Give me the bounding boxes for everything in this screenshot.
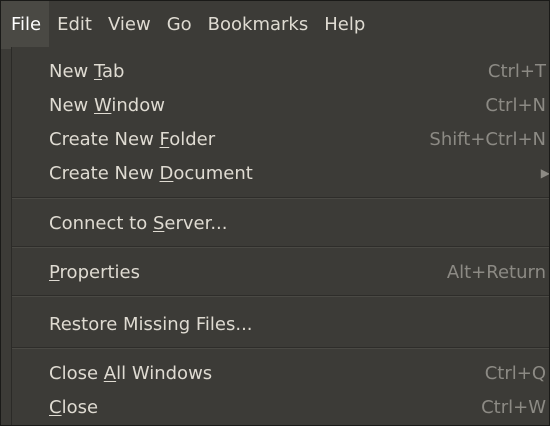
menu-item-label: Properties	[49, 261, 140, 283]
application-window: File Edit View Go Bookmarks Help New Tab…	[0, 0, 550, 426]
menu-item-close-all-windows[interactable]: Close All Windows Ctrl+Q	[12, 357, 549, 389]
menu-separator	[12, 295, 549, 297]
arrow-right-icon: ▶	[540, 166, 550, 180]
menu-item-close[interactable]: Close Ctrl+W	[12, 391, 549, 423]
menu-item-label: Connect to Server...	[49, 212, 228, 234]
file-menu-dropdown: New Tab Ctrl+T New Window Ctrl+N Create …	[11, 47, 550, 425]
menu-bookmarks[interactable]: Bookmarks	[200, 1, 317, 49]
shortcut-label: Shift+Ctrl+N	[429, 128, 546, 150]
menu-item-properties[interactable]: Properties Alt+Return	[12, 256, 549, 288]
menu-item-label: Close All Windows	[49, 362, 213, 384]
menu-item-label: New Tab	[49, 60, 125, 82]
shortcut-label: Ctrl+W	[481, 396, 546, 418]
shortcut-label: Ctrl+T	[487, 60, 546, 82]
menu-separator	[12, 246, 549, 248]
menu-help[interactable]: Help	[316, 1, 373, 49]
menu-view[interactable]: View	[100, 1, 159, 49]
menu-item-label: Restore Missing Files...	[49, 313, 253, 335]
menu-item-label: Create New Folder	[49, 128, 216, 150]
shortcut-label: Ctrl+N	[485, 94, 546, 116]
menu-file[interactable]: File	[1, 1, 50, 49]
menu-go[interactable]: Go	[159, 1, 200, 49]
menu-item-label: Create New Document	[49, 162, 253, 184]
menu-item-connect-to-server[interactable]: Connect to Server...	[12, 207, 549, 239]
menu-item-new-window[interactable]: New Window Ctrl+N	[12, 89, 549, 121]
menu-item-new-tab[interactable]: New Tab Ctrl+T	[12, 55, 549, 87]
menu-separator	[12, 197, 549, 199]
shortcut-label: Ctrl+Q	[484, 362, 546, 384]
menu-edit[interactable]: Edit	[49, 1, 100, 49]
menu-item-create-new-document[interactable]: Create New Document ▶	[12, 157, 550, 189]
menu-separator	[12, 347, 549, 349]
menu-item-create-new-folder[interactable]: Create New Folder Shift+Ctrl+N	[12, 123, 549, 155]
menu-item-label: New Window	[49, 94, 165, 116]
menu-item-label: Close	[49, 396, 99, 418]
menubar: File Edit View Go Bookmarks Help	[1, 1, 549, 49]
shortcut-label: Alt+Return	[446, 261, 546, 283]
menu-item-restore-missing-files[interactable]: Restore Missing Files...	[12, 308, 549, 340]
